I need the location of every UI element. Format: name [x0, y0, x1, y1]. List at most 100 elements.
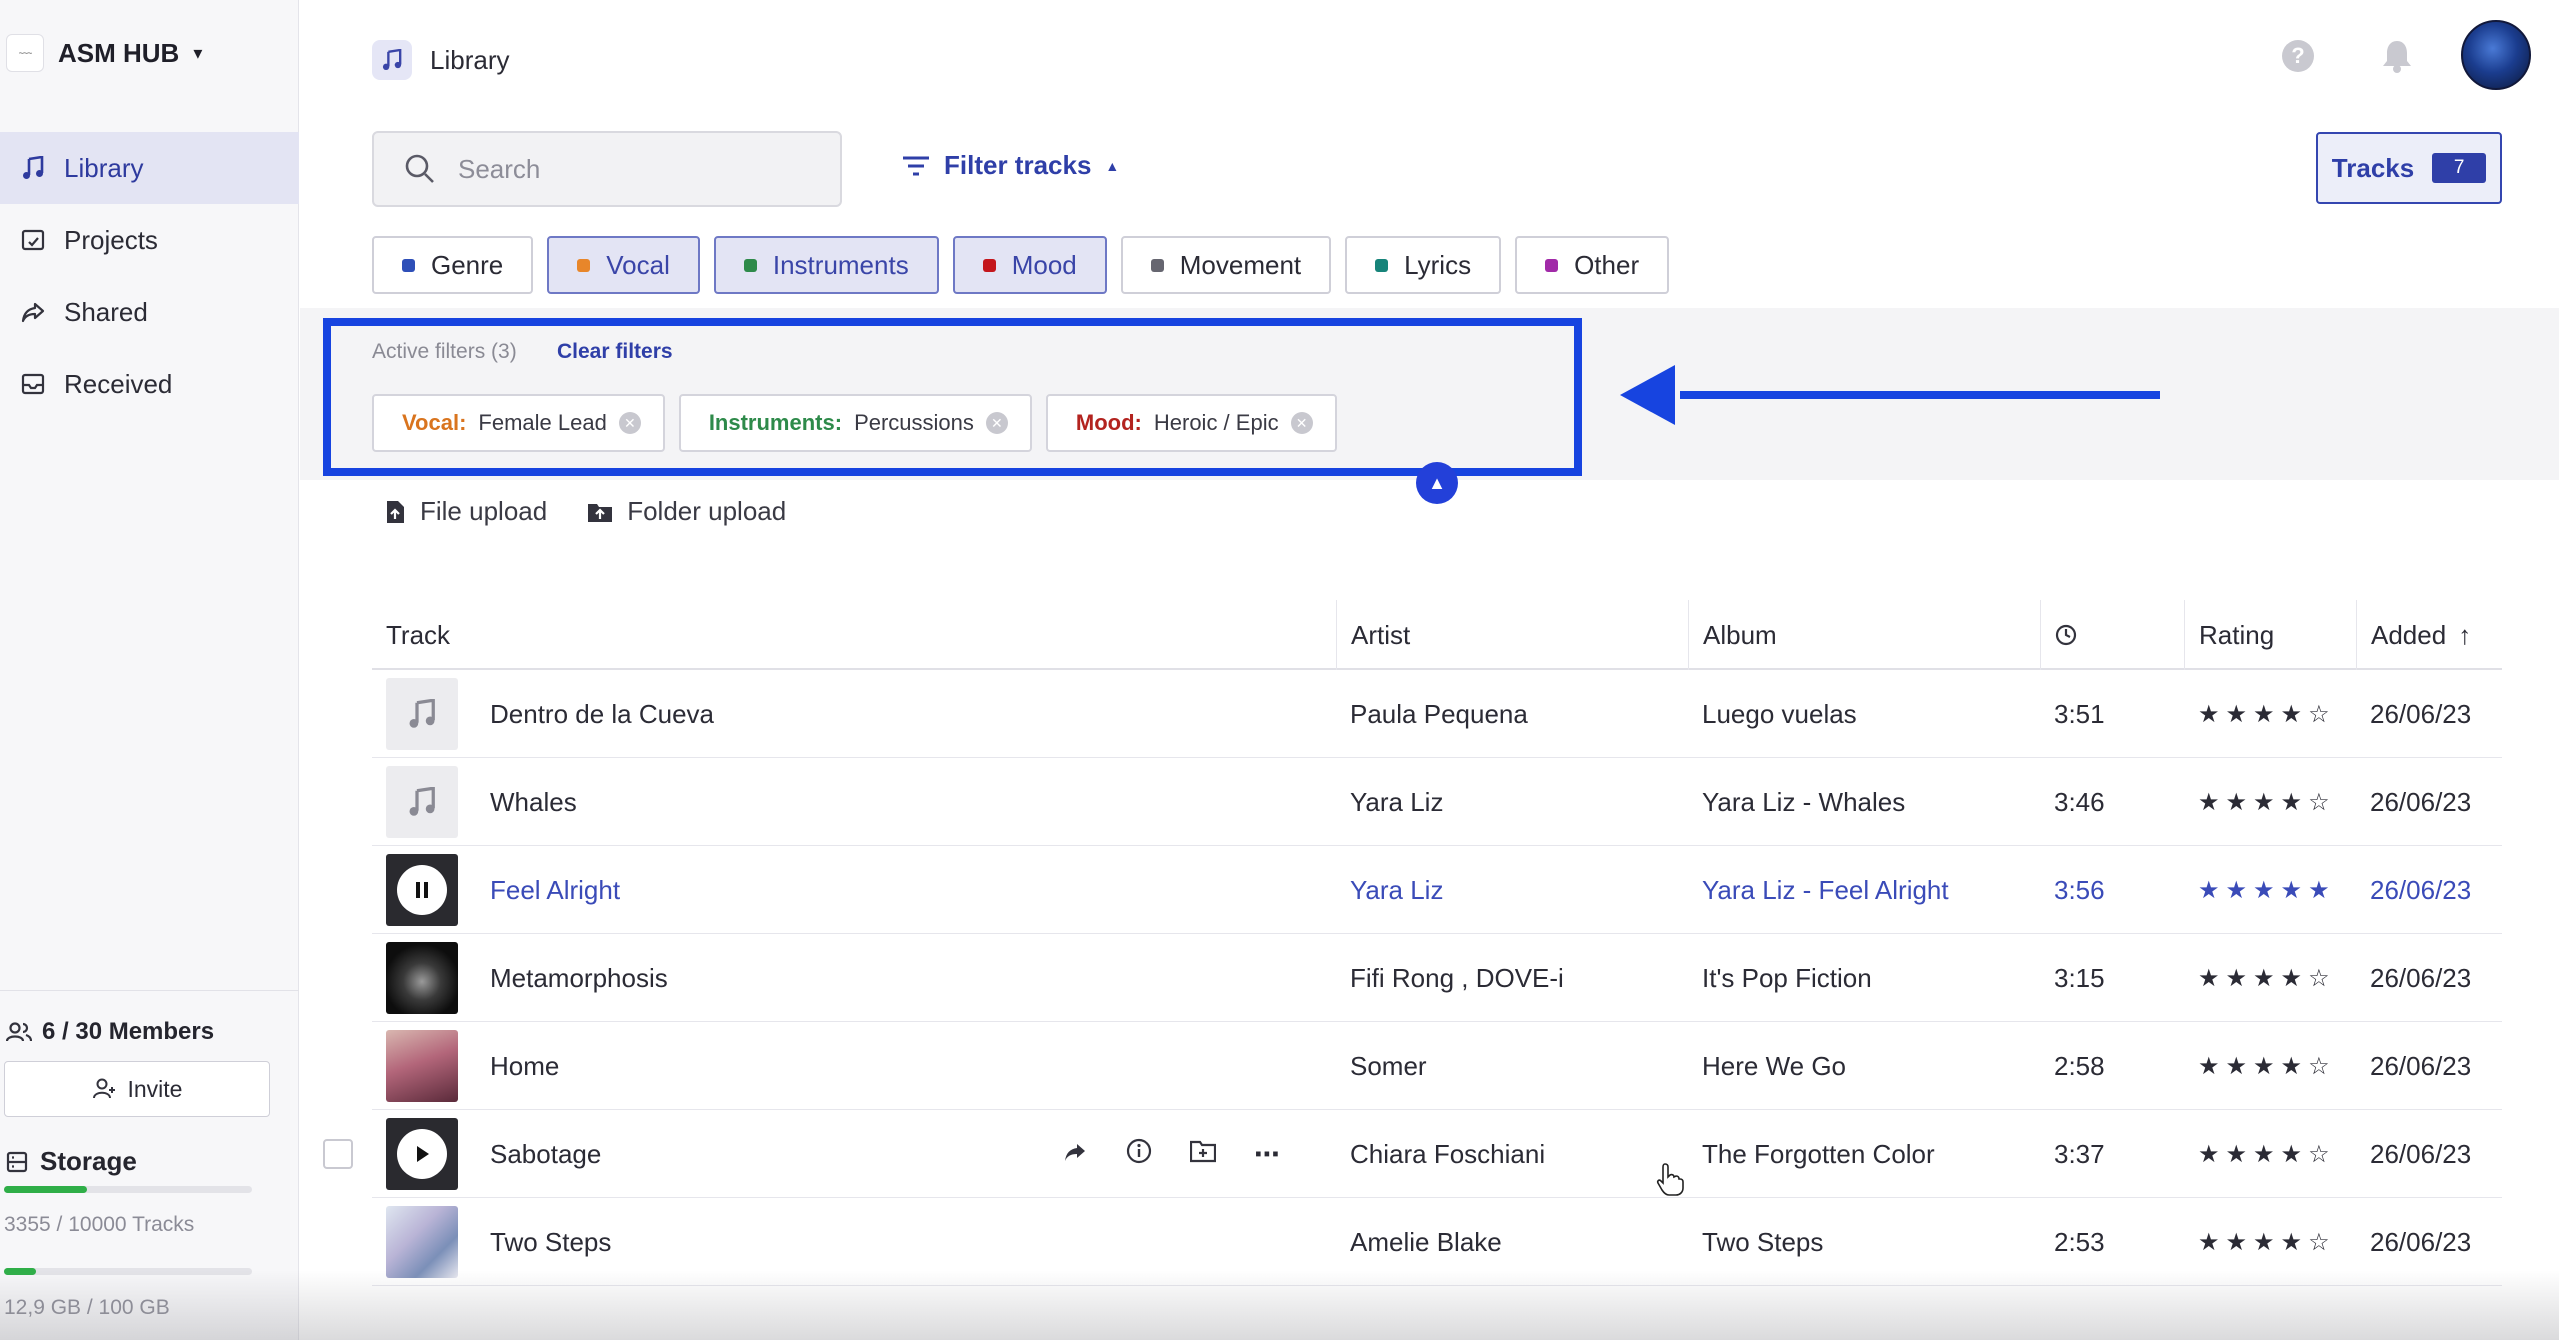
- album-name[interactable]: It's Pop Fiction: [1702, 934, 1872, 1022]
- filter-tracks-toggle[interactable]: Filter tracks ▲: [902, 150, 1119, 181]
- sidebar-item-projects[interactable]: Projects: [0, 204, 299, 276]
- column-header-album[interactable]: Album: [1688, 600, 1777, 670]
- star-filled-icon[interactable]: ★: [2253, 964, 2275, 993]
- filter-chip-other[interactable]: Other: [1515, 236, 1670, 294]
- star-filled-icon[interactable]: ★: [2198, 788, 2220, 817]
- star-filled-icon[interactable]: ★: [2226, 1228, 2248, 1257]
- artist-name[interactable]: Amelie Blake: [1350, 1198, 1502, 1286]
- star-empty-icon[interactable]: ☆: [2308, 1140, 2330, 1169]
- star-empty-icon[interactable]: ☆: [2308, 1052, 2330, 1081]
- column-header-artist[interactable]: Artist: [1336, 600, 1410, 670]
- track-title[interactable]: Home: [490, 1022, 559, 1110]
- column-header-added[interactable]: Added ↑: [2356, 600, 2471, 670]
- star-empty-icon[interactable]: ☆: [2308, 700, 2330, 729]
- workspace-switcher[interactable]: ~~~ ASM HUB ▾: [6, 34, 202, 72]
- folder-upload-button[interactable]: Folder upload: [587, 496, 786, 527]
- table-row[interactable]: Metamorphosis Fifi Rong , DOVE-i It's Pop …: [372, 934, 2502, 1022]
- star-empty-icon[interactable]: ☆: [2308, 964, 2330, 993]
- sidebar-item-shared[interactable]: Shared: [0, 276, 299, 348]
- star-filled-icon[interactable]: ★: [2281, 1140, 2303, 1169]
- album-name[interactable]: The Forgotten Color: [1702, 1110, 1935, 1198]
- rating-stars[interactable]: ★ ★ ★ ★ ★: [2198, 846, 2330, 934]
- star-filled-icon[interactable]: ★: [2226, 788, 2248, 817]
- help-icon[interactable]: ?: [2282, 40, 2314, 72]
- info-icon[interactable]: [1126, 1138, 1152, 1171]
- star-filled-icon[interactable]: ★: [2253, 1052, 2275, 1081]
- rating-stars[interactable]: ★ ★ ★ ★ ☆: [2198, 758, 2330, 846]
- track-title[interactable]: Feel Alright: [490, 846, 620, 934]
- file-upload-button[interactable]: File upload: [384, 496, 547, 527]
- star-filled-icon[interactable]: ★: [2281, 700, 2303, 729]
- track-title[interactable]: Metamorphosis: [490, 934, 668, 1022]
- filter-chip-genre[interactable]: Genre: [372, 236, 534, 294]
- invite-button[interactable]: Invite: [4, 1061, 270, 1117]
- star-filled-icon[interactable]: ★: [2253, 1228, 2275, 1257]
- play-button[interactable]: [386, 1118, 458, 1190]
- rating-stars[interactable]: ★ ★ ★ ★ ☆: [2198, 934, 2330, 1022]
- track-title[interactable]: Dentro de la Cueva: [490, 670, 714, 758]
- table-row[interactable]: Feel Alright Yara Liz Yara Liz - Feel Alri…: [372, 846, 2502, 934]
- collapse-filters-button[interactable]: ▲: [1416, 462, 1458, 504]
- star-filled-icon[interactable]: ★: [2226, 1052, 2248, 1081]
- track-thumbnail[interactable]: [386, 766, 458, 838]
- table-row[interactable]: Whales Yara Liz Yara Liz - Whales 3:46 ★ ★ ★ ★ ☆…: [372, 758, 2502, 846]
- star-filled-icon[interactable]: ★: [2198, 700, 2220, 729]
- rating-stars[interactable]: ★ ★ ★ ★ ☆: [2198, 1022, 2330, 1110]
- column-header-rating[interactable]: Rating: [2184, 600, 2274, 670]
- table-row[interactable]: Dentro de la Cueva Paula Pequena Luego vue…: [372, 670, 2502, 758]
- artist-name[interactable]: Chiara Foschiani: [1350, 1110, 1545, 1198]
- album-name[interactable]: Yara Liz - Feel Alright: [1702, 846, 1949, 934]
- row-checkbox[interactable]: [323, 1139, 353, 1169]
- star-filled-icon[interactable]: ★: [2253, 1140, 2275, 1169]
- artist-name[interactable]: Somer: [1350, 1022, 1427, 1110]
- album-name[interactable]: Here We Go: [1702, 1022, 1846, 1110]
- track-title[interactable]: Sabotage: [490, 1110, 601, 1198]
- filter-chip-instruments[interactable]: Instruments: [713, 236, 939, 294]
- column-header-duration[interactable]: [2040, 600, 2077, 670]
- star-filled-icon[interactable]: ★: [2253, 700, 2275, 729]
- album-name[interactable]: Yara Liz - Whales: [1702, 758, 1905, 846]
- album-name[interactable]: Luego vuelas: [1702, 670, 1857, 758]
- tracks-button[interactable]: Tracks 7: [2316, 132, 2502, 204]
- album-art[interactable]: [386, 1030, 458, 1102]
- star-filled-icon[interactable]: ★: [2253, 876, 2275, 905]
- filter-chip-vocal[interactable]: Vocal: [547, 236, 700, 294]
- artist-name[interactable]: Yara Liz: [1350, 846, 1443, 934]
- star-filled-icon[interactable]: ★: [2226, 700, 2248, 729]
- table-row[interactable]: Home Somer Here We Go 2:58 ★ ★ ★ ★ ☆ 26/06/23: [372, 1022, 2502, 1110]
- album-art[interactable]: [386, 1206, 458, 1278]
- artist-name[interactable]: Yara Liz: [1350, 758, 1443, 846]
- sidebar-item-received[interactable]: Received: [0, 348, 299, 420]
- star-filled-icon[interactable]: ★: [2226, 876, 2248, 905]
- sidebar-item-library[interactable]: Library: [0, 132, 299, 204]
- star-filled-icon[interactable]: ★: [2281, 1052, 2303, 1081]
- star-empty-icon[interactable]: ☆: [2308, 788, 2330, 817]
- rating-stars[interactable]: ★ ★ ★ ★ ☆: [2198, 1198, 2330, 1286]
- table-row[interactable]: Sabotage Chiara Foschiani The Forgotten Co…: [372, 1110, 2502, 1198]
- star-filled-icon[interactable]: ★: [2281, 964, 2303, 993]
- track-title[interactable]: Two Steps: [490, 1198, 611, 1286]
- star-filled-icon[interactable]: ★: [2198, 1228, 2220, 1257]
- star-filled-icon[interactable]: ★: [2198, 1052, 2220, 1081]
- star-filled-icon[interactable]: ★: [2198, 964, 2220, 993]
- track-title[interactable]: Whales: [490, 758, 577, 846]
- star-filled-icon[interactable]: ★: [2281, 1228, 2303, 1257]
- star-filled-icon[interactable]: ★: [2281, 876, 2303, 905]
- avatar[interactable]: [2461, 20, 2531, 90]
- star-filled-icon[interactable]: ★: [2198, 876, 2220, 905]
- star-empty-icon[interactable]: ☆: [2308, 1228, 2330, 1257]
- artist-name[interactable]: Fifi Rong , DOVE-i: [1350, 934, 1564, 1022]
- more-options-icon[interactable]: ⋯: [1254, 1139, 1280, 1170]
- filter-chip-lyrics[interactable]: Lyrics: [1345, 236, 1502, 294]
- pause-button[interactable]: [386, 854, 458, 926]
- star-filled-icon[interactable]: ★: [2226, 964, 2248, 993]
- artist-name[interactable]: Paula Pequena: [1350, 670, 1528, 758]
- share-icon[interactable]: [1062, 1139, 1088, 1170]
- star-filled-icon[interactable]: ★: [2308, 876, 2330, 905]
- star-filled-icon[interactable]: ★: [2198, 1140, 2220, 1169]
- filter-chip-mood[interactable]: Mood: [952, 236, 1107, 294]
- filter-chip-movement[interactable]: Movement: [1120, 236, 1332, 294]
- rating-stars[interactable]: ★ ★ ★ ★ ☆: [2198, 1110, 2330, 1198]
- track-thumbnail[interactable]: [386, 678, 458, 750]
- album-art[interactable]: [386, 942, 458, 1014]
